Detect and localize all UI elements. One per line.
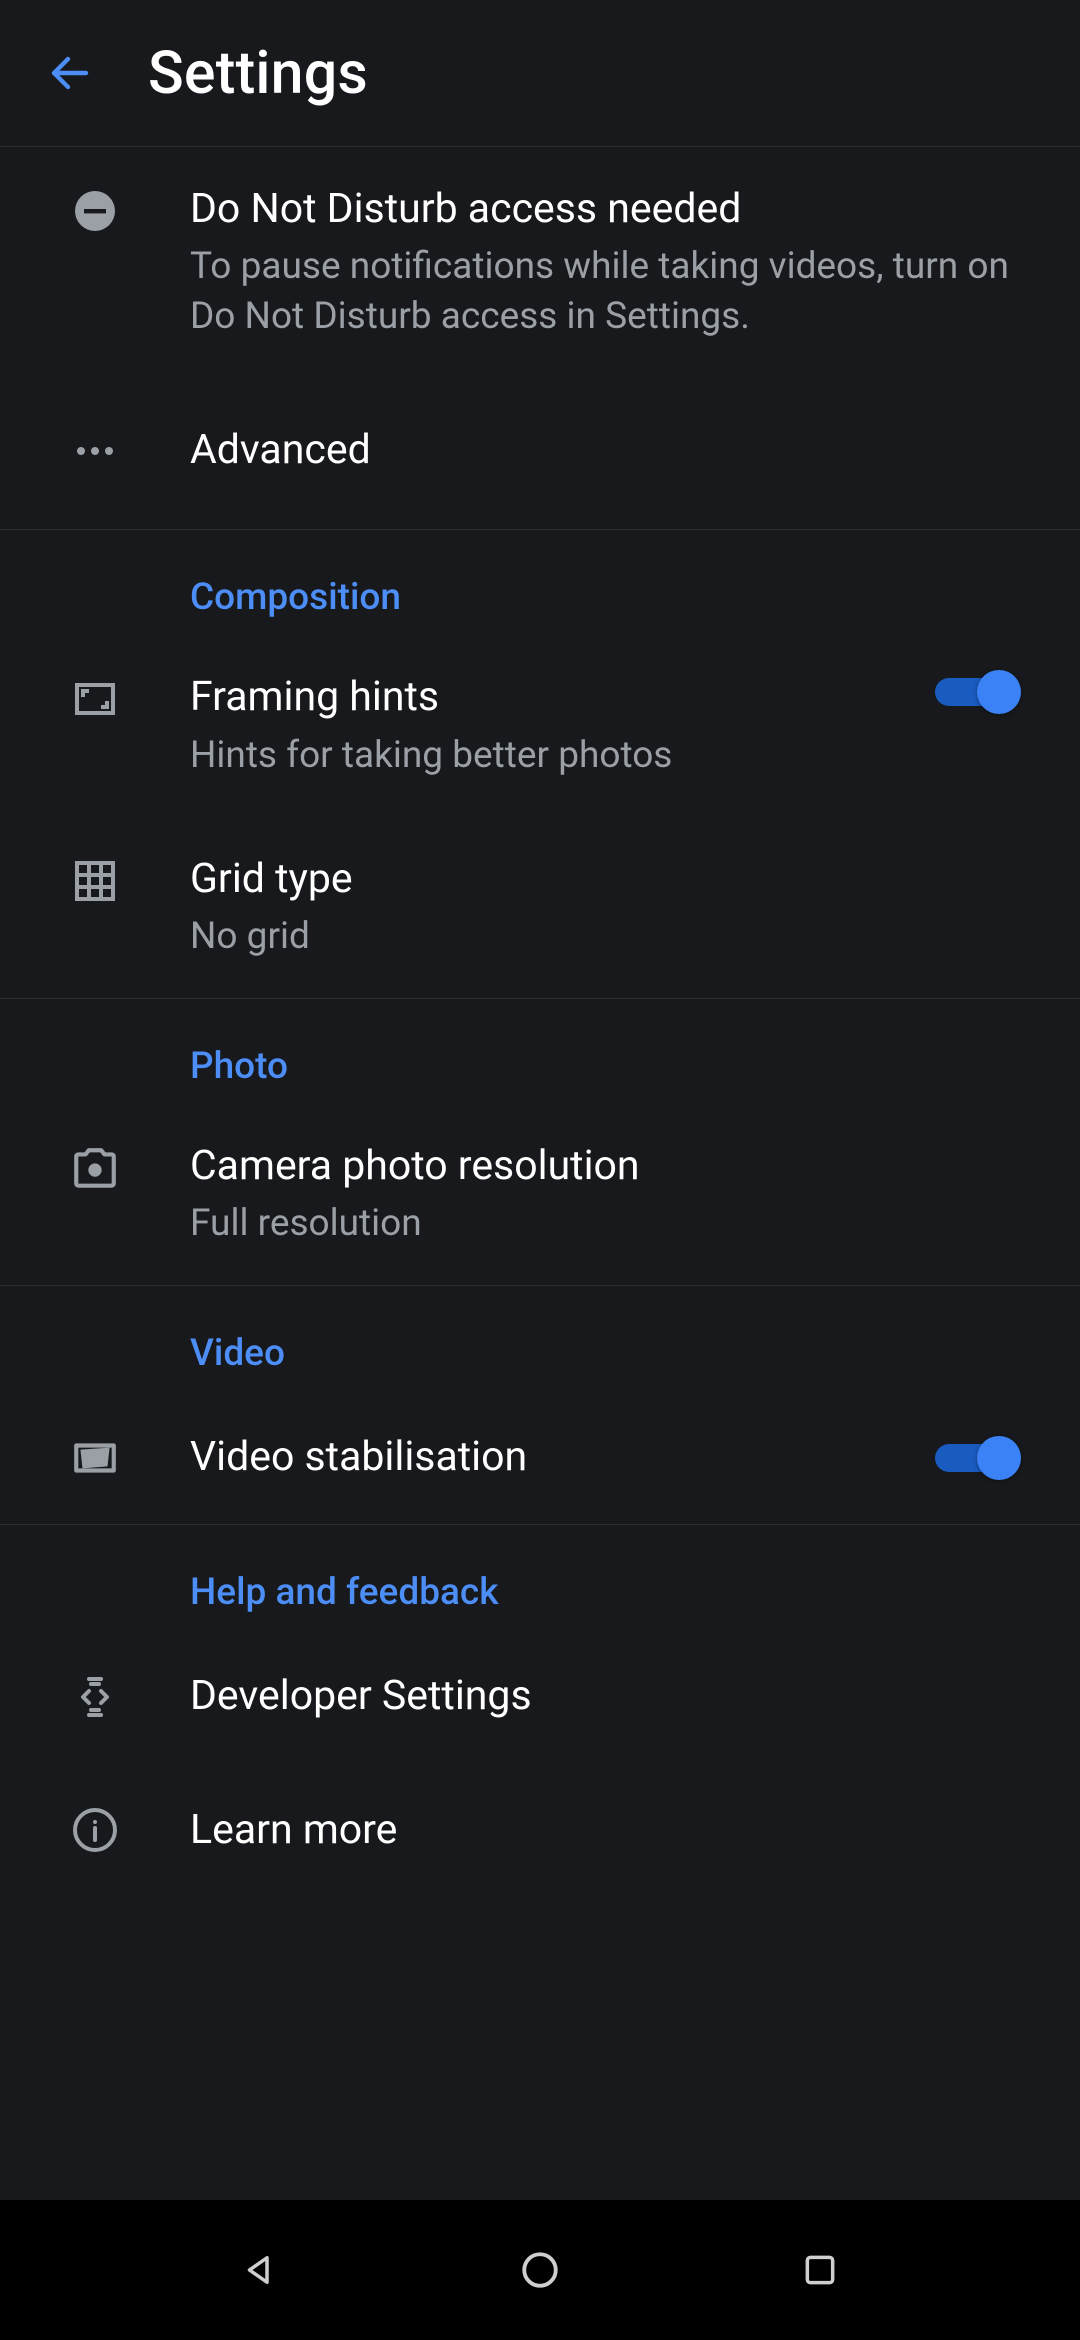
- page-title: Settings: [148, 39, 368, 108]
- square-recents-icon: [801, 2251, 839, 2289]
- row-dnd-access[interactable]: Do Not Disturb access needed To pause no…: [0, 147, 1080, 378]
- toggle-video-stabilisation[interactable]: [935, 1437, 1017, 1479]
- circle-home-icon: [519, 2249, 561, 2291]
- row-subtitle: No grid: [190, 912, 1036, 962]
- triangle-back-icon: [239, 2249, 281, 2291]
- settings-list: Do Not Disturb access needed To pause no…: [0, 147, 1080, 2340]
- row-title: Advanced: [190, 424, 1036, 477]
- back-button[interactable]: [42, 45, 98, 101]
- row-title: Camera photo resolution: [190, 1140, 1036, 1193]
- section-header-composition: Composition: [0, 530, 1080, 635]
- row-framing-hints[interactable]: Framing hints Hints for taking better ph…: [0, 635, 1080, 816]
- more-horizontal-icon: [71, 427, 119, 475]
- row-learn-more[interactable]: Learn more: [0, 1764, 1080, 1897]
- row-video-stabilisation[interactable]: Video stabilisation: [0, 1391, 1080, 1524]
- info-icon: [71, 1806, 119, 1854]
- system-nav-bar: [0, 2200, 1080, 2340]
- row-photo-resolution[interactable]: Camera photo resolution Full resolution: [0, 1104, 1080, 1285]
- nav-back-button[interactable]: [230, 2240, 290, 2300]
- arrow-back-icon: [46, 49, 94, 97]
- row-title: Developer Settings: [190, 1670, 1036, 1723]
- app-bar: Settings: [0, 0, 1080, 147]
- row-grid-type[interactable]: Grid type No grid: [0, 817, 1080, 998]
- row-advanced[interactable]: Advanced: [0, 378, 1080, 529]
- nav-home-button[interactable]: [510, 2240, 570, 2300]
- frame-icon: [71, 675, 119, 723]
- row-title: Video stabilisation: [190, 1431, 916, 1484]
- do-not-disturb-icon: [71, 187, 119, 235]
- row-title: Framing hints: [190, 671, 916, 724]
- grid-icon: [71, 857, 119, 905]
- row-subtitle: Full resolution: [190, 1199, 1036, 1249]
- section-header-photo: Photo: [0, 999, 1080, 1104]
- row-subtitle: To pause notifications while taking vide…: [190, 242, 1036, 342]
- section-header-video: Video: [0, 1286, 1080, 1391]
- section-header-help: Help and feedback: [0, 1525, 1080, 1630]
- nav-recents-button[interactable]: [790, 2240, 850, 2300]
- row-title: Learn more: [190, 1804, 1036, 1857]
- stabilisation-icon: [70, 1433, 120, 1483]
- row-subtitle: Hints for taking better photos: [190, 731, 916, 781]
- row-title: Grid type: [190, 853, 1036, 906]
- developer-icon: [71, 1673, 119, 1721]
- toggle-framing-hints[interactable]: [935, 671, 1017, 713]
- row-title: Do Not Disturb access needed: [190, 183, 1036, 236]
- row-developer-settings[interactable]: Developer Settings: [0, 1630, 1080, 1763]
- camera-icon: [70, 1144, 120, 1194]
